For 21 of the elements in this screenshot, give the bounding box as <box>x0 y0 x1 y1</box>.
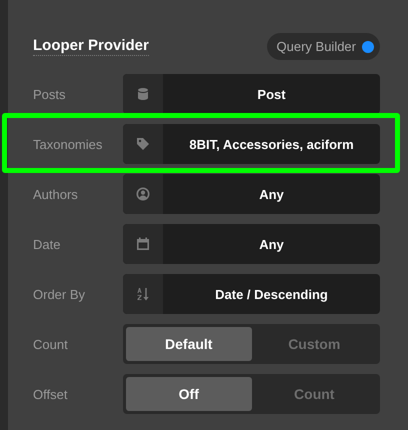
field-label: Posts <box>33 86 67 102</box>
select-field[interactable]: 8BIT, Accessories, aciform <box>123 124 380 164</box>
field-label: Date <box>33 236 62 252</box>
field-label: Offset <box>33 386 68 402</box>
calendar-icon <box>136 237 150 251</box>
field-label: Count <box>33 336 69 352</box>
sort-icon <box>136 287 150 301</box>
database-icon <box>136 87 150 101</box>
field-label: Authors <box>33 186 79 202</box>
section-title: Looper Provider <box>33 37 149 56</box>
select-field[interactable]: Date / Descending <box>123 274 380 314</box>
field-label: Taxonomies <box>33 136 104 152</box>
segment-option[interactable]: Off <box>126 377 252 411</box>
field-label: Order By <box>33 286 86 302</box>
select-field[interactable]: Any <box>123 174 380 214</box>
select-field[interactable]: Post <box>123 74 380 114</box>
user-circle-icon <box>136 187 150 201</box>
tag-icon <box>136 137 150 151</box>
select-field[interactable]: Any <box>123 224 380 264</box>
query-builder-toggle[interactable]: Query Builder <box>266 33 380 60</box>
segment-option[interactable]: Default <box>126 327 252 361</box>
